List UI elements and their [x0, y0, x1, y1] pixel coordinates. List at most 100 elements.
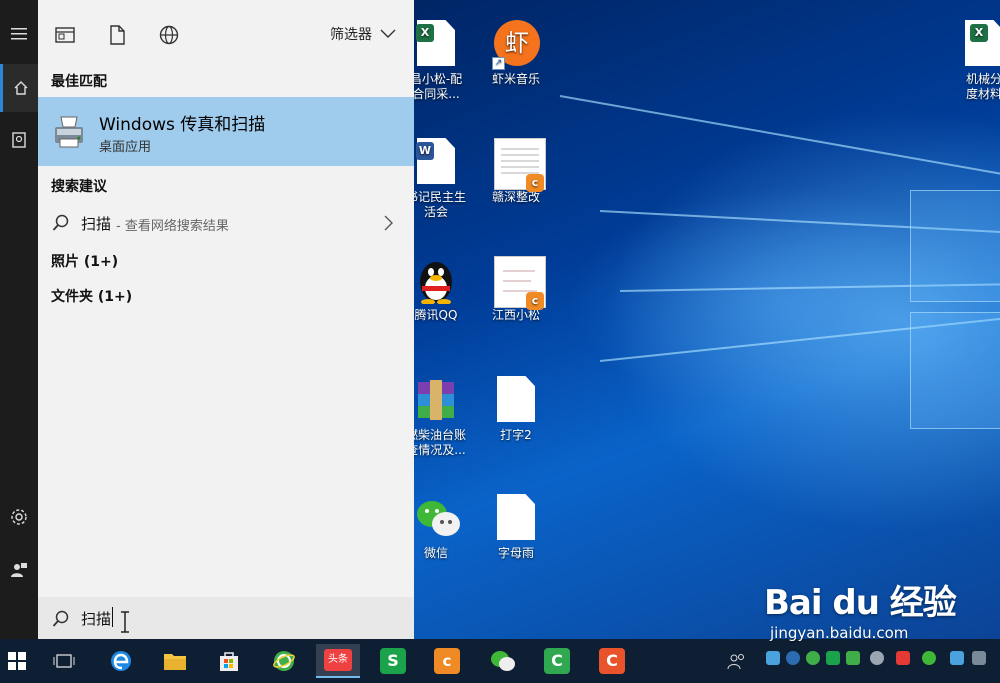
taskbar-wps-sheets[interactable]: S — [376, 644, 410, 678]
taskbar-toutiao[interactable]: 头条 — [316, 644, 360, 678]
taskbar-red-c-app[interactable]: C — [595, 644, 629, 678]
store-bag-icon — [220, 652, 238, 671]
tray-browser-icon[interactable] — [786, 651, 800, 665]
blank-doc-icon — [497, 376, 535, 422]
wechat-icon — [491, 651, 515, 671]
people-button[interactable] — [720, 644, 754, 678]
search-box[interactable]: 扫描 — [38, 597, 414, 639]
desktop-icon-typing-2[interactable]: 打字2 — [476, 376, 556, 443]
search-icon — [52, 214, 69, 231]
desktop-icon-label: 江西小松 — [491, 308, 540, 322]
app-badge-icon: c — [526, 292, 544, 310]
photos-category[interactable]: 照片 (1+) — [51, 251, 118, 271]
fax-scanner-icon — [55, 116, 83, 148]
desktop-icon-jiangxi-xiaosong[interactable]: c 江西小松 — [476, 256, 556, 323]
tray-wps-icon[interactable] — [826, 651, 840, 665]
best-match-subtitle: 桌面应用 — [99, 140, 152, 155]
shortcut-arrow-icon: ↗ — [492, 57, 505, 70]
best-match-title: Windows 传真和扫描 — [99, 115, 266, 135]
task-view-icon — [53, 654, 75, 668]
search-results-panel: 筛选器 最佳匹配 Windows 传真和扫描 桌面应用 搜索建议 扫描 - 查看… — [38, 0, 414, 639]
taskbar-wechat[interactable] — [486, 644, 520, 678]
text-caret — [112, 607, 113, 627]
chevron-down-icon — [380, 29, 396, 38]
green-c-app-icon: C — [544, 648, 570, 674]
windows-logo-pane — [910, 190, 1000, 302]
wps-s-icon: S — [380, 648, 406, 674]
app-window-icon — [55, 27, 75, 43]
desktop-icon-machinery-materials[interactable]: X 机械分 度材料 — [954, 20, 1000, 102]
task-view-button[interactable] — [47, 644, 81, 678]
tray-ie-icon[interactable] — [806, 651, 820, 665]
tray-display-icon[interactable] — [972, 651, 986, 665]
filter-label: 筛选器 — [330, 27, 372, 43]
windows-logo-icon — [8, 652, 26, 670]
taskbar: 头条 S c C C — [0, 639, 1000, 683]
taskbar-edge[interactable] — [104, 644, 138, 678]
red-c-app-icon: C — [599, 648, 625, 674]
suggestion-detail: - 查看网络搜索结果 — [116, 219, 229, 234]
watermark-url: jingyan.baidu.com — [770, 624, 909, 642]
blank-doc-icon — [497, 494, 535, 540]
best-match-result[interactable]: Windows 传真和扫描 桌面应用 — [38, 97, 414, 166]
filter-toolbar: 筛选器 — [38, 0, 414, 66]
taskbar-camtasia-orange[interactable]: c — [430, 644, 464, 678]
home-button[interactable] — [0, 64, 38, 112]
feedback-person-icon — [11, 563, 27, 577]
desktop-icon-xiami-music[interactable]: 虾 ↗ 虾米音乐 — [476, 20, 556, 87]
home-icon — [14, 81, 27, 95]
taskbar-camtasia-green[interactable]: C — [540, 644, 574, 678]
folder-icon — [164, 654, 186, 670]
search-input[interactable]: 扫描 — [81, 608, 111, 629]
desktop-icon-letter-rain[interactable]: 字母雨 — [476, 494, 556, 561]
start-button[interactable] — [0, 644, 34, 678]
excel-badge-icon: X — [970, 24, 988, 42]
settings-button[interactable] — [0, 493, 38, 541]
desktop-icon-label: 赣深整改 — [491, 190, 540, 204]
gear-icon — [11, 509, 27, 525]
tray-network-icon[interactable] — [766, 651, 780, 665]
baidu-jingyan-watermark: Bai du 经验 jingyan.baidu.com — [764, 575, 957, 642]
windows-logo-pane — [910, 312, 1000, 429]
notebook-button[interactable] — [0, 116, 38, 164]
text-cursor-ibeam-icon — [121, 611, 129, 633]
documents-filter-button[interactable] — [106, 24, 128, 46]
chevron-right-icon — [384, 215, 393, 231]
document-icon — [110, 25, 125, 45]
excel-badge-icon: X — [416, 24, 434, 42]
winrar-archive-icon — [418, 380, 454, 420]
tray-cloud-icon[interactable] — [870, 651, 884, 665]
desktop-icon-label: 虾米音乐 — [491, 72, 540, 86]
tray-wechat-icon[interactable] — [922, 651, 936, 665]
baidu-logo: Bai du 经验 — [764, 583, 957, 623]
feedback-button[interactable] — [0, 546, 38, 594]
toutiao-news-icon: 头条 — [324, 649, 352, 671]
wechat-icon — [417, 501, 460, 536]
people-icon — [727, 654, 744, 670]
edge-browser-icon — [111, 651, 131, 671]
orange-app-icon: c — [434, 648, 460, 674]
word-badge-icon: W — [416, 142, 434, 160]
filter-dropdown[interactable]: 筛选器 — [330, 24, 396, 44]
suggestions-header: 搜索建议 — [51, 179, 107, 195]
tray-security-icon[interactable] — [896, 651, 910, 665]
web-suggestion-row[interactable]: 扫描 - 查看网络搜索结果 — [38, 205, 414, 241]
desktop-icon-gan-shen[interactable]: c 赣深整改 — [476, 138, 556, 205]
taskbar-store[interactable] — [212, 644, 246, 678]
tray-grid-icon[interactable] — [950, 651, 964, 665]
folders-category[interactable]: 文件夹 (1+) — [51, 286, 132, 306]
suggestion-term: 扫描 — [81, 215, 112, 233]
taskbar-file-explorer[interactable] — [158, 644, 192, 678]
desktop-icon-label: 机械分 度材料 — [965, 72, 1000, 101]
web-filter-button[interactable] — [158, 24, 180, 46]
globe-icon — [159, 25, 179, 45]
search-icon — [52, 610, 69, 627]
start-menu-rail — [0, 0, 38, 639]
tray-shield-icon[interactable] — [846, 651, 860, 665]
apps-filter-button[interactable] — [54, 24, 76, 46]
light-beam — [559, 95, 1000, 177]
hamburger-menu-button[interactable] — [0, 10, 38, 58]
desktop-icon-label: 字母雨 — [497, 546, 534, 560]
notebook-icon — [12, 132, 26, 148]
taskbar-ie-browser[interactable] — [267, 644, 301, 678]
